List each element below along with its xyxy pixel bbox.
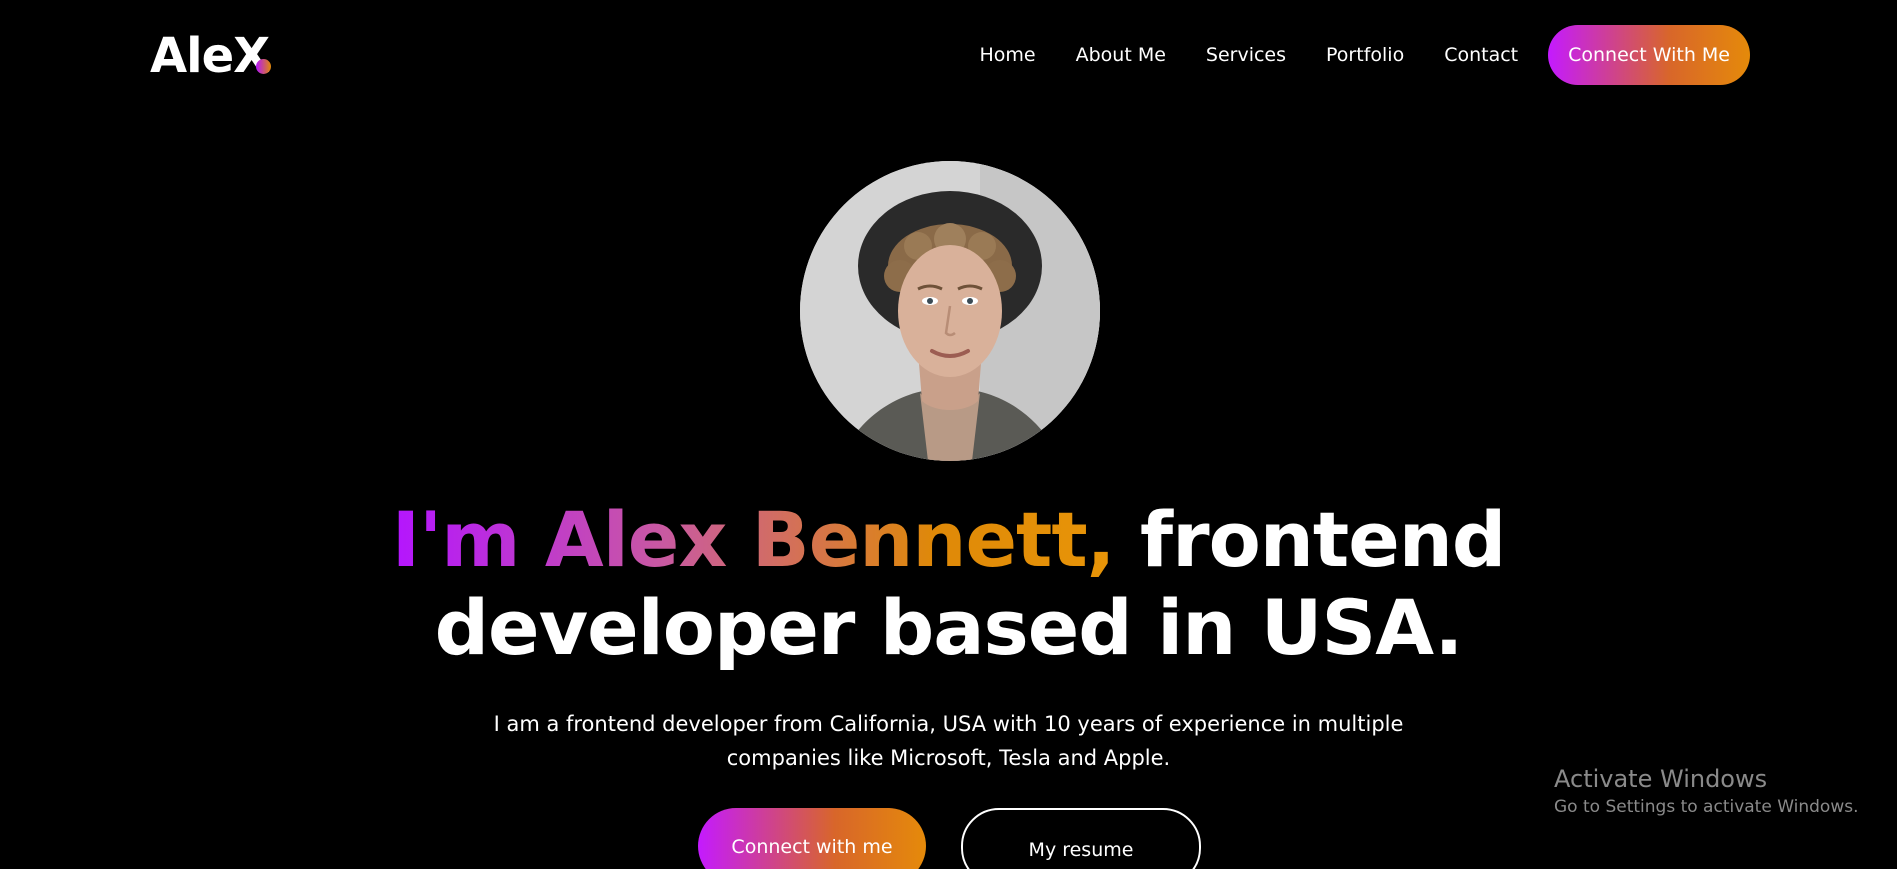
connect-with-me-button[interactable]: Connect with me xyxy=(698,808,926,869)
logo-dot-icon xyxy=(256,59,271,74)
site-logo[interactable]: AleX xyxy=(150,28,271,84)
profile-photo-illustration xyxy=(800,161,1100,461)
headline-name: I'm Alex Bennett, xyxy=(391,495,1116,584)
headline-role: frontend xyxy=(1114,495,1506,584)
main-nav: Home About Me Services Portfolio Contact… xyxy=(980,25,1750,85)
connect-with-me-nav-button[interactable]: Connect With Me xyxy=(1548,25,1750,85)
nav-services[interactable]: Services xyxy=(1206,25,1286,85)
hero-headline: I'm Alex Bennett, frontend developer bas… xyxy=(0,496,1897,672)
headline-line-1: I'm Alex Bennett, frontend xyxy=(0,496,1897,584)
my-resume-button[interactable]: My resume xyxy=(961,808,1201,869)
watermark-subtitle: Go to Settings to activate Windows. xyxy=(1554,797,1859,817)
windows-activation-watermark: Activate Windows Go to Settings to activ… xyxy=(1554,763,1859,819)
headline-line-2: developer based in USA. xyxy=(434,583,1464,672)
nav-home[interactable]: Home xyxy=(980,25,1036,85)
portfolio-page: AleX Home About Me Services Portfolio Co… xyxy=(0,0,1897,869)
profile-photo xyxy=(800,161,1100,461)
watermark-title: Activate Windows xyxy=(1554,765,1768,793)
nav-about-me[interactable]: About Me xyxy=(1076,25,1166,85)
logo-text: AleX xyxy=(150,28,270,84)
nav-portfolio[interactable]: Portfolio xyxy=(1326,25,1404,85)
nav-contact[interactable]: Contact xyxy=(1444,25,1518,85)
intro-line-1: I am a frontend developer from Californi… xyxy=(493,712,1404,736)
